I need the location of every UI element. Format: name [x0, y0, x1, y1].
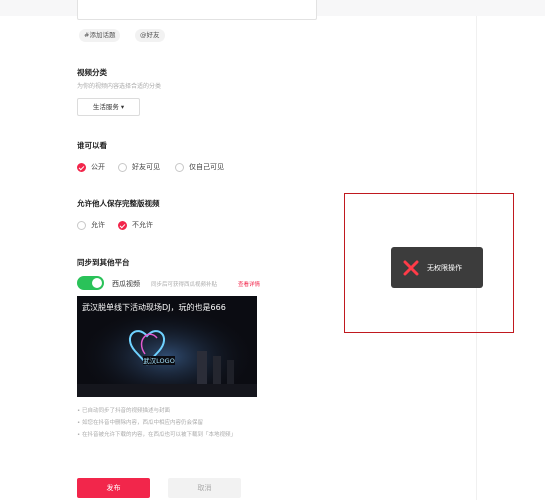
radio-friends[interactable]: 好友可见	[118, 162, 160, 172]
radio-disallow[interactable]: 不允许	[118, 220, 153, 230]
radio-checked-icon	[77, 162, 86, 172]
radio-label: 仅自己可见	[189, 163, 224, 171]
category-dropdown[interactable]: 生活服务 ▾	[77, 98, 140, 116]
radio-label: 允许	[91, 221, 105, 229]
cancel-button[interactable]: 取消	[168, 478, 241, 498]
video-title: 武汉脱单线下活动现场DJ，玩的也是666	[82, 303, 226, 312]
sync-details-link[interactable]: 查看详情	[238, 280, 260, 288]
radio-unchecked-icon	[77, 220, 86, 230]
toast-text: 无权限操作	[427, 263, 462, 272]
visibility-title: 谁可以看	[77, 141, 107, 150]
radio-unchecked-icon	[175, 162, 184, 172]
radio-label: 公开	[91, 163, 105, 171]
download-title: 允许他人保存完整版视频	[77, 199, 160, 208]
radio-label: 不允许	[132, 221, 153, 229]
sync-toggle[interactable]	[77, 276, 104, 290]
permission-toast: 无权限操作	[391, 247, 483, 288]
description-input[interactable]	[77, 0, 317, 20]
svg-text:武汉LOGO: 武汉LOGO	[143, 356, 175, 365]
sync-hint: 同步后可获得西瓜视频补贴	[151, 282, 218, 288]
video-preview[interactable]: 武汉LOGO 武汉脱单线下活动现场DJ，玩的也是666	[77, 296, 257, 397]
sync-notes: • 已自动同步了抖音的视频描述与封面 • 如您在抖音中删除内容，西瓜中相应内容仍…	[77, 405, 236, 441]
sync-note: • 已自动同步了抖音的视频描述与封面	[77, 408, 170, 414]
category-title: 视频分类	[77, 68, 107, 77]
radio-public[interactable]: 公开	[77, 162, 105, 172]
radio-private[interactable]: 仅自己可见	[175, 162, 224, 172]
sync-note: • 在抖音被允许下载的内容，在西瓜也可以被下载到「本地视频」	[77, 432, 236, 438]
add-topic-chip[interactable]: #添加话题	[79, 29, 121, 42]
mention-friend-chip[interactable]: @好友	[135, 29, 165, 42]
sync-title: 同步到其他平台	[77, 258, 130, 267]
sync-note: • 如您在抖音中删除内容，西瓜中相应内容仍会保留	[77, 420, 203, 426]
publish-button[interactable]: 发布	[77, 478, 150, 498]
category-subtitle: 为你的视频内容选择合适的分类	[77, 83, 162, 90]
radio-label: 好友可见	[132, 163, 160, 171]
radio-unchecked-icon	[118, 162, 127, 172]
sync-platform-label: 西瓜视频	[112, 280, 140, 288]
radio-allow[interactable]: 允许	[77, 220, 105, 230]
close-x-icon	[403, 260, 419, 275]
radio-checked-icon	[118, 220, 127, 230]
